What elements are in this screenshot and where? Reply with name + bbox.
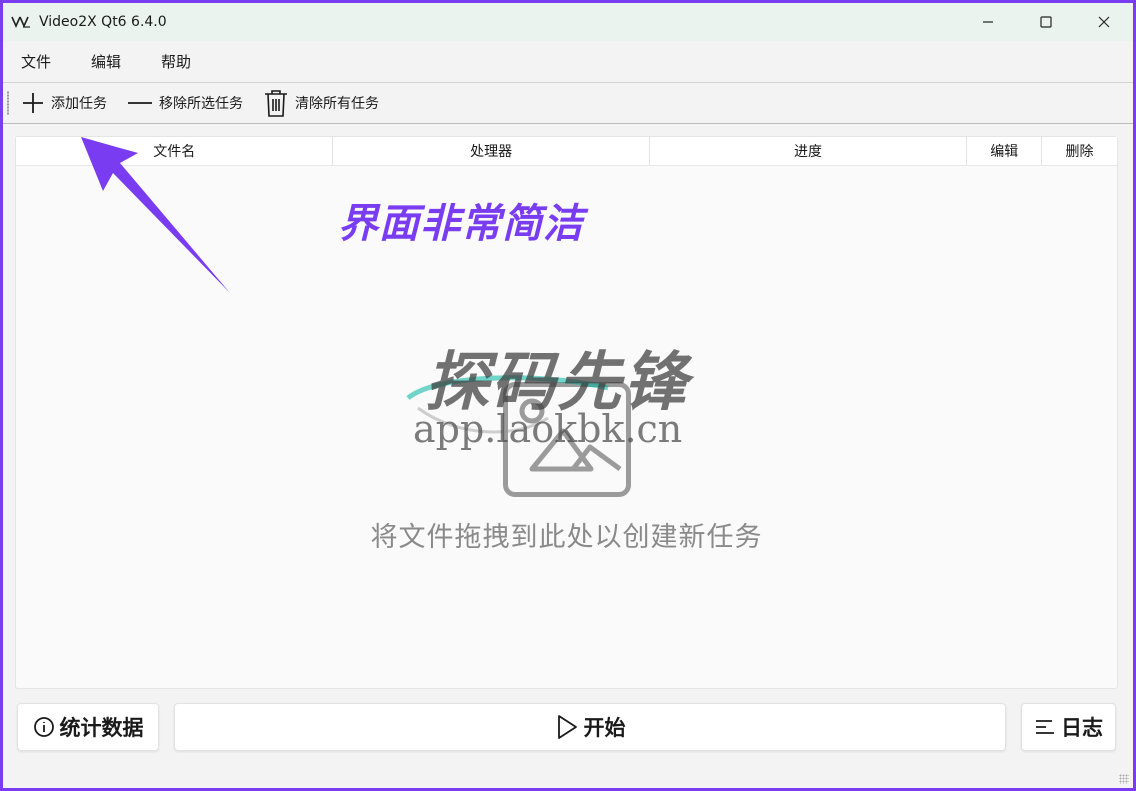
log-button[interactable]: 日志 [1021,703,1116,751]
info-icon [33,717,54,737]
drop-hint-text: 将文件拖拽到此处以创建新任务 [370,522,763,553]
plus-icon [23,93,43,113]
menu-file[interactable]: 文件 [21,51,51,72]
clear-all-label: 清除所有任务 [295,96,379,112]
trash-icon [265,90,287,117]
add-task-button[interactable]: 添加任务 [21,91,107,115]
toolbar-separator [3,123,1133,124]
annotation-arrow-icon [81,137,230,293]
column-progress[interactable]: 进度 [650,137,968,165]
maximize-icon [1040,16,1052,28]
remove-selected-label: 移除所选任务 [159,96,243,112]
title-bar: Video2X Qt6 6.4.0 [3,3,1133,41]
clear-all-button[interactable]: 清除所有任务 [263,88,379,118]
watermark-url: app.laokbk.cn [413,407,683,451]
toolbar-grip[interactable] [7,91,9,115]
stats-button[interactable]: 统计数据 [17,703,159,751]
start-label: 开始 [583,716,626,740]
add-task-label: 添加任务 [51,96,107,112]
window-title: Video2X Qt6 6.4.0 [39,14,167,30]
annotation-text: 界面非常简洁 [338,201,584,247]
maximize-button[interactable] [1017,3,1075,41]
resize-grip[interactable] [1119,774,1129,784]
column-delete[interactable]: 删除 [1042,137,1117,165]
video2x-logo-icon [11,16,30,28]
app-window: Video2X Qt6 6.4.0 文件 编辑 帮助 添加任务 移除所选任务 清… [3,3,1133,788]
menu-edit[interactable]: 编辑 [91,51,121,72]
menu-help[interactable]: 帮助 [161,51,191,72]
close-button[interactable] [1075,3,1133,41]
log-label: 日志 [1061,716,1103,740]
toolbar: 添加任务 移除所选任务 清除所有任务 [3,83,1133,123]
close-icon [1098,16,1110,28]
stats-label: 统计数据 [59,716,144,740]
minus-icon [128,102,152,104]
column-edit[interactable]: 编辑 [967,137,1043,165]
column-processor[interactable]: 处理器 [333,137,650,165]
minimize-icon [983,21,993,23]
remove-selected-button[interactable]: 移除所选任务 [127,91,243,115]
minimize-button[interactable] [959,3,1017,41]
start-button[interactable]: 开始 [174,703,1006,751]
log-lines-icon [1036,720,1054,734]
play-icon [557,715,577,739]
menu-bar: 文件 编辑 帮助 [3,41,1133,82]
